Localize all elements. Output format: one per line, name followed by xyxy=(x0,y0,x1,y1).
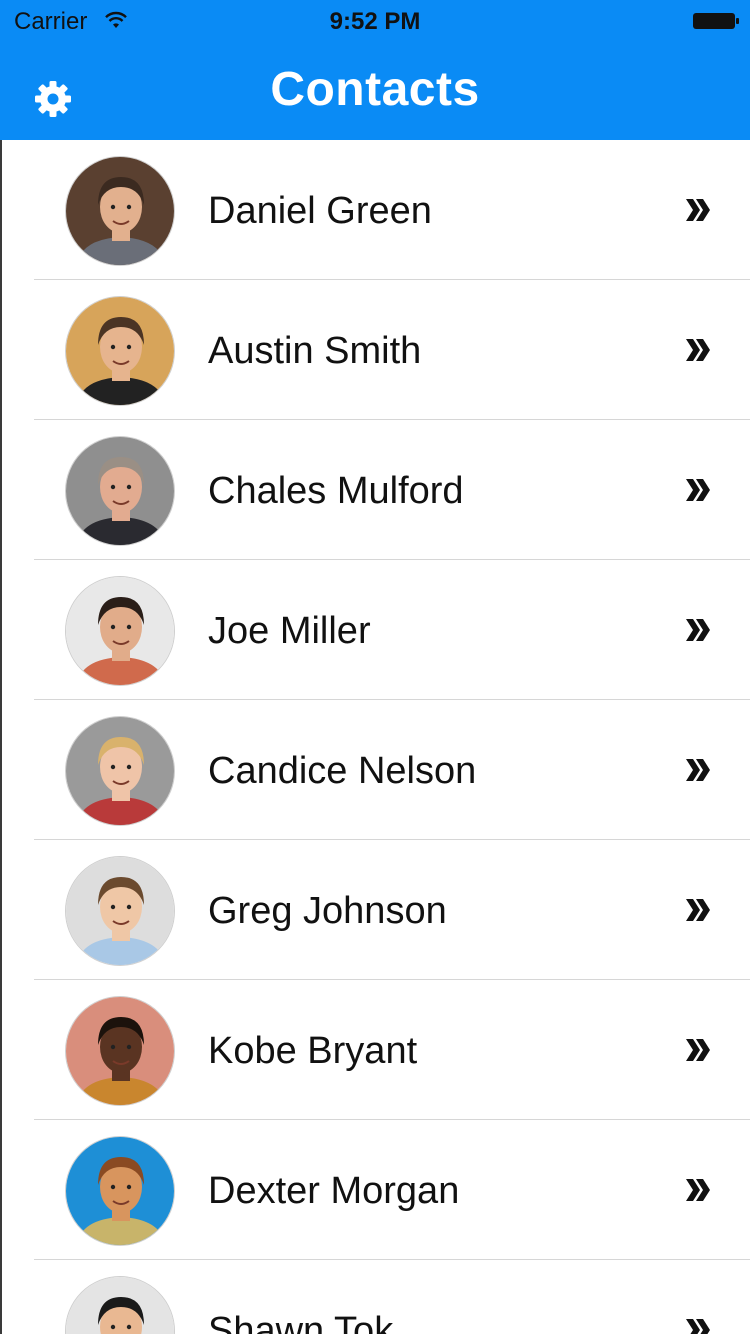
double-chevron-right-icon xyxy=(686,339,710,361)
avatar xyxy=(65,296,175,406)
avatar xyxy=(65,436,175,546)
contacts-list[interactable]: Daniel Green Austin Smith Chales Mulford Jo… xyxy=(0,140,750,1334)
contact-name: Greg Johnson xyxy=(208,890,447,932)
double-chevron-right-icon xyxy=(686,479,710,501)
contact-name: Chales Mulford xyxy=(208,470,464,512)
contact-name: Dexter Morgan xyxy=(208,1170,460,1212)
contact-name: Candice Nelson xyxy=(208,750,477,792)
contact-name: Kobe Bryant xyxy=(208,1030,418,1072)
contact-name: Austin Smith xyxy=(208,330,422,372)
contact-name: Shawn Tok xyxy=(208,1310,394,1334)
status-bar: Carrier 9:52 PM xyxy=(0,0,750,40)
avatar xyxy=(65,856,175,966)
contact-row[interactable]: Joe Miller xyxy=(2,560,750,700)
contact-row[interactable]: Dexter Morgan xyxy=(2,1120,750,1260)
contact-row[interactable]: Candice Nelson xyxy=(2,700,750,840)
avatar xyxy=(65,156,175,266)
contact-name: Joe Miller xyxy=(208,610,371,652)
status-time: 9:52 PM xyxy=(329,8,421,35)
battery-icon xyxy=(693,13,739,29)
navigation-header: Carrier 9:52 PM Contacts xyxy=(0,0,750,140)
double-chevron-right-icon xyxy=(686,1039,710,1061)
double-chevron-right-icon xyxy=(686,619,710,641)
page-title: Contacts xyxy=(270,63,480,116)
avatar xyxy=(65,1136,175,1246)
contact-row[interactable]: Daniel Green xyxy=(2,140,750,280)
contact-row[interactable]: Austin Smith xyxy=(2,280,750,420)
avatar xyxy=(65,716,175,826)
double-chevron-right-icon xyxy=(686,199,710,221)
contact-row[interactable]: Kobe Bryant xyxy=(2,980,750,1120)
contact-row[interactable]: Shawn Tok xyxy=(2,1260,750,1334)
avatar xyxy=(65,1276,175,1334)
avatar xyxy=(65,996,175,1106)
double-chevron-right-icon xyxy=(686,1179,710,1201)
avatar xyxy=(65,576,175,686)
double-chevron-right-icon xyxy=(686,759,710,781)
contact-name: Daniel Green xyxy=(208,190,432,232)
double-chevron-right-icon xyxy=(686,899,710,921)
contact-row[interactable]: Greg Johnson xyxy=(2,840,750,980)
contact-row[interactable]: Chales Mulford xyxy=(2,420,750,560)
double-chevron-right-icon xyxy=(686,1319,710,1334)
